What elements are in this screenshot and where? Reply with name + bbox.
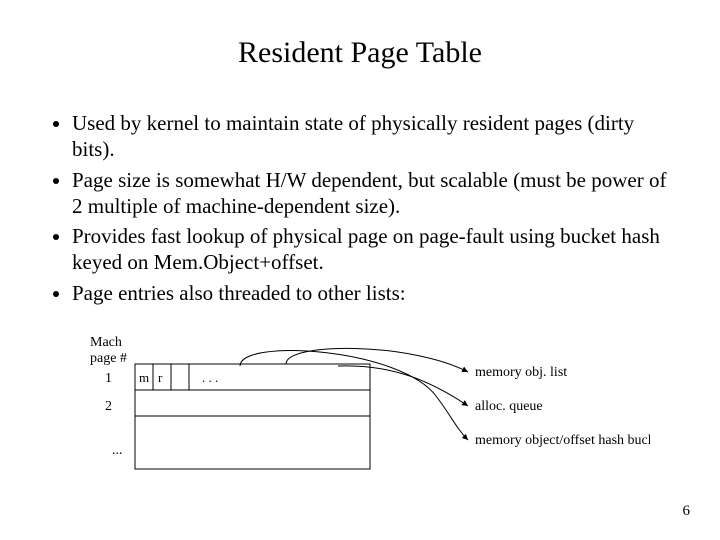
- page-table-diagram: Mach page # 1 2 ... m r . . .: [90, 334, 650, 494]
- diag-cell-dots: . . .: [202, 370, 218, 385]
- diag-cell-r: r: [158, 370, 163, 385]
- page-title: Resident Page Table: [0, 36, 720, 70]
- bullet-item: Used by kernel to maintain state of phys…: [72, 110, 670, 163]
- page-number: 6: [683, 503, 691, 520]
- diag-right-label: alloc. queue: [475, 399, 543, 414]
- bullet-item: Provides fast lookup of physical page on…: [72, 223, 670, 276]
- diag-left-header1: Mach: [90, 335, 122, 350]
- bullet-item: Page size is somewhat H/W dependent, but…: [72, 167, 670, 220]
- bullet-item: Page entries also threaded to other list…: [72, 280, 670, 306]
- diag-left-header2: page #: [90, 351, 127, 366]
- diag-right-label: memory obj. list: [475, 365, 567, 380]
- diag-row-label: 1: [105, 371, 112, 386]
- diag-cell-m: m: [139, 370, 149, 385]
- diag-right-label: memory object/offset hash bucket: [475, 433, 650, 448]
- body-text: Used by kernel to maintain state of phys…: [50, 110, 670, 310]
- slide: Resident Page Table Used by kernel to ma…: [0, 0, 720, 540]
- diag-row-label: ...: [112, 443, 123, 458]
- diag-row-label: 2: [105, 399, 112, 414]
